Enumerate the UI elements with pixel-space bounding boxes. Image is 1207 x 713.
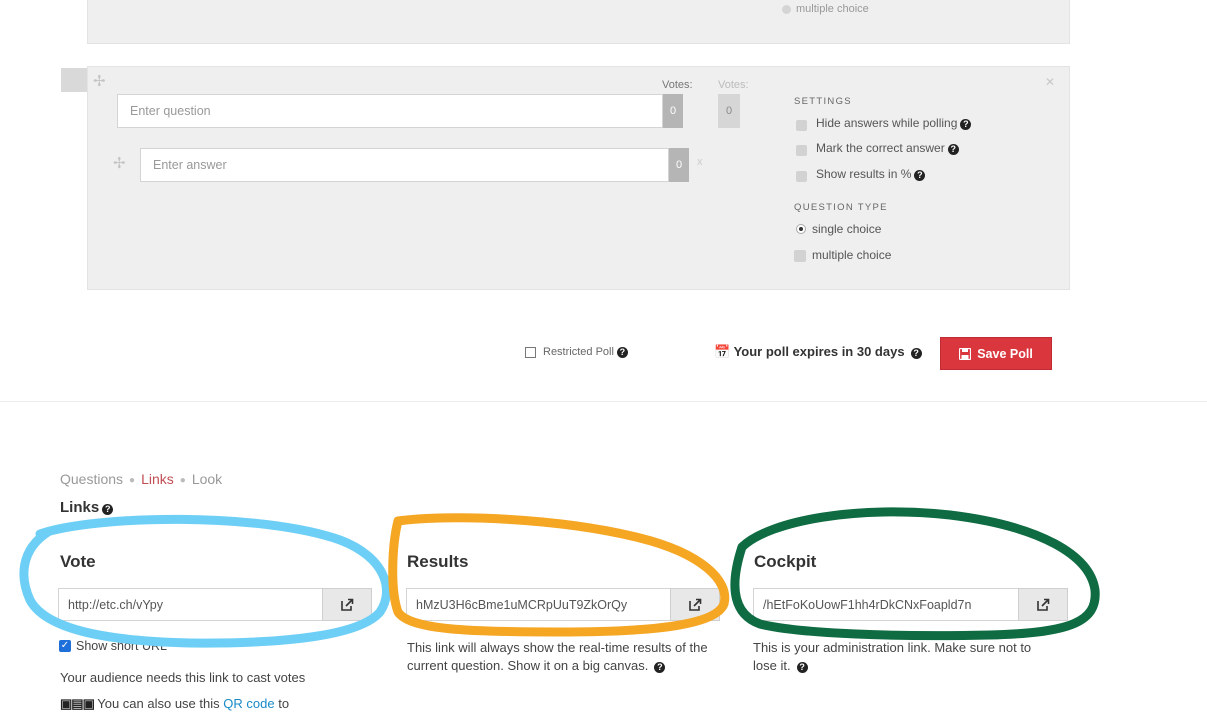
breadcrumb: Questions ● Links ● Look	[60, 471, 223, 487]
help-icon[interactable]: ?	[616, 347, 628, 358]
question-placeholder: Enter question	[130, 104, 211, 118]
page-title: Links?	[60, 499, 114, 516]
question-vote-count-secondary: 0	[718, 94, 740, 128]
question-collapse-handle[interactable]	[61, 68, 87, 92]
cockpit-url-field[interactable]: /hEtFoKoUowF1hh4rDkCNxFoapld7n	[753, 588, 1019, 621]
vote-title: Vote	[60, 552, 96, 571]
question-vote-count: 0	[663, 94, 683, 128]
radio-multiple-choice-previous[interactable]	[782, 5, 791, 14]
help-icon[interactable]: ?	[796, 662, 808, 673]
results-title: Results	[407, 552, 469, 571]
question-panel: ✢ ✕ Votes: Votes: Enter question 0 0 ✢ E…	[61, 66, 1070, 290]
cockpit-open-button[interactable]	[1018, 588, 1068, 621]
help-icon[interactable]: ?	[654, 662, 666, 673]
radio-single-choice[interactable]	[796, 224, 806, 234]
question-type-heading: QUESTION TYPE	[794, 202, 888, 213]
floppy-icon	[959, 347, 972, 360]
external-link-icon	[340, 598, 353, 611]
checkbox-show-percent[interactable]	[796, 171, 807, 182]
votes-label-secondary: Votes:	[718, 79, 749, 91]
answer-vote-count: 0	[669, 148, 689, 182]
poll-expiry: 📅 Your poll expires in 30 days?	[714, 344, 922, 360]
external-link-icon	[688, 598, 701, 611]
vote-url-field[interactable]: http://etc.ch/vYpy	[58, 588, 323, 621]
option-mark-correct: Mark the correct answer?	[816, 141, 959, 155]
calendar-icon: 📅	[714, 344, 731, 359]
checkbox-mark-correct[interactable]	[796, 145, 807, 156]
save-poll-label: Save Poll	[977, 346, 1033, 361]
results-description: This link will always show the real-time…	[407, 640, 708, 673]
nav-look[interactable]: Look	[192, 471, 222, 487]
move-answer-icon[interactable]: ✢	[113, 156, 126, 171]
option-hide-answers: Hide answers while polling?	[816, 116, 972, 130]
show-short-url-checkbox[interactable]: ✓	[59, 640, 71, 652]
show-short-url-label: Show short URL	[76, 639, 168, 653]
question-input[interactable]: Enter question	[117, 94, 663, 128]
external-link-icon	[1036, 598, 1049, 611]
settings-heading: SETTINGS	[794, 96, 852, 107]
results-url-field[interactable]: hMzU3H6cBme1uMCRpUuT9ZkOrQy	[406, 588, 671, 621]
restricted-poll-label: Restricted Poll?	[543, 346, 628, 358]
help-icon[interactable]: ?	[960, 119, 972, 130]
help-icon[interactable]: ?	[914, 170, 926, 181]
results-open-button[interactable]	[670, 588, 720, 621]
votes-label: Votes:	[662, 79, 693, 91]
qr-code-row: ▣▤▣ You can also use this QR code to	[60, 696, 290, 711]
qr-code-link[interactable]: QR code	[223, 696, 274, 711]
vote-open-button[interactable]	[322, 588, 372, 621]
question-panel-previous: multiple choice	[87, 0, 1070, 44]
move-question-icon[interactable]: ✢	[93, 74, 106, 89]
nav-links[interactable]: Links	[141, 471, 174, 487]
cockpit-title: Cockpit	[754, 552, 817, 571]
help-icon[interactable]: ?	[910, 348, 922, 359]
option-multiple-choice: multiple choice	[812, 248, 892, 262]
vote-description: Your audience needs this link to cast vo…	[60, 670, 306, 685]
vote-highlight-circle	[19, 514, 391, 648]
delete-answer-icon[interactable]: x	[697, 156, 703, 168]
nav-questions[interactable]: Questions	[60, 471, 123, 487]
radio-multiple-choice[interactable]	[794, 250, 806, 262]
answer-input[interactable]: Enter answer	[140, 148, 669, 182]
save-poll-button[interactable]: Save Poll	[940, 337, 1052, 370]
restricted-poll-checkbox[interactable]	[525, 347, 536, 358]
delete-question-icon[interactable]: ✕	[1045, 75, 1055, 89]
option-label-previous: multiple choice	[796, 3, 869, 15]
option-single-choice: single choice	[812, 222, 882, 236]
answer-placeholder: Enter answer	[153, 158, 227, 172]
checkbox-hide-answers[interactable]	[796, 120, 807, 131]
qr-code-icon[interactable]: ▣▤▣	[60, 696, 95, 711]
section-divider	[0, 401, 1207, 402]
help-icon[interactable]: ?	[102, 504, 114, 515]
cockpit-description: This is your administration link. Make s…	[753, 640, 1032, 673]
show-short-url-row: ✓ Show short URL	[59, 639, 167, 653]
help-icon[interactable]: ?	[947, 144, 959, 155]
option-show-percent: Show results in %?	[816, 167, 926, 181]
